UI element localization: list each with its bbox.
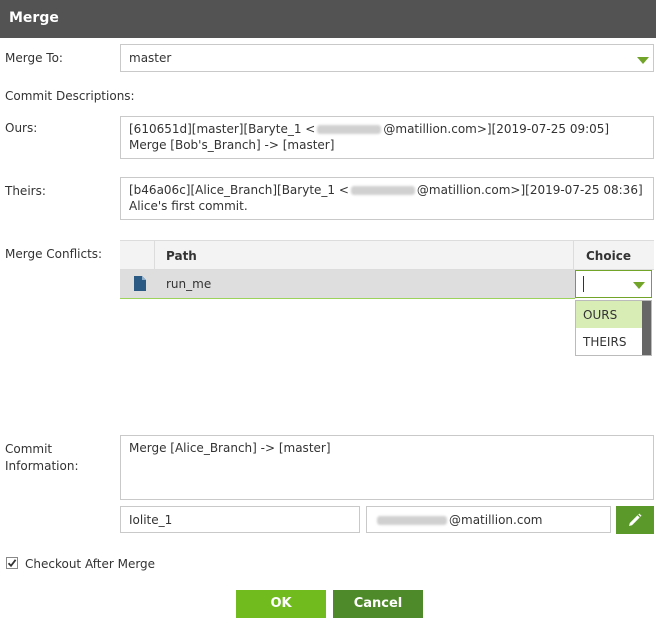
theirs-textarea[interactable]: [b46a06c][Alice_Branch][Baryte_1 < @matil… xyxy=(120,177,654,220)
ours-line1-suffix: @matillion.com>][2019-07-25 09:05] xyxy=(383,122,610,136)
ours-textarea[interactable]: [610651d][master][Baryte_1 < @matillion.c… xyxy=(120,116,654,159)
redacted-email xyxy=(350,186,415,195)
merge-conflicts-label: Merge Conflicts: xyxy=(5,247,103,261)
commit-message-textarea[interactable]: Merge [Alice_Branch] -> [master] xyxy=(120,435,654,500)
dropdown-scrollbar[interactable] xyxy=(642,301,651,355)
table-row[interactable]: run_me xyxy=(120,270,575,299)
checkmark-icon xyxy=(7,559,17,568)
email-suffix: @matillion.com xyxy=(449,513,543,527)
path-column-header[interactable]: Path xyxy=(166,249,197,263)
icon-column-header xyxy=(120,241,155,269)
theirs-line2: Alice's first commit. xyxy=(129,199,248,213)
merge-to-label: Merge To: xyxy=(5,51,63,65)
merge-to-value: master xyxy=(129,51,172,65)
conflicts-grid-header: Path Choice xyxy=(120,240,654,270)
ours-line2: Merge [Bob's_Branch] -> [master] xyxy=(129,138,335,152)
ours-line1-prefix: [610651d][master][Baryte_1 < xyxy=(129,122,316,136)
choice-option-ours[interactable]: OURS xyxy=(576,301,642,328)
theirs-line1-suffix: @matillion.com>][2019-07-25 08:36] xyxy=(416,183,643,197)
username-value: Iolite_1 xyxy=(129,513,173,527)
choice-option-theirs-label: THEIRS xyxy=(583,335,627,349)
commit-descriptions-label: Commit Descriptions: xyxy=(5,89,135,103)
choice-column-header[interactable]: Choice xyxy=(573,241,655,269)
text-cursor xyxy=(583,276,584,292)
ok-button[interactable]: OK xyxy=(236,590,326,618)
checkout-after-merge-checkbox[interactable] xyxy=(6,557,18,569)
pencil-icon xyxy=(629,513,642,526)
theirs-label: Theirs: xyxy=(5,184,46,198)
dialog-title-bar: Merge xyxy=(0,0,656,38)
choice-select[interactable] xyxy=(575,270,652,298)
theirs-line1-prefix: [b46a06c][Alice_Branch][Baryte_1 < xyxy=(129,183,349,197)
checkout-after-merge-label[interactable]: Checkout After Merge xyxy=(25,557,155,571)
edit-author-button[interactable] xyxy=(616,506,654,534)
redacted-email xyxy=(317,125,382,134)
merge-to-select[interactable]: master xyxy=(120,44,654,72)
choice-option-ours-label: OURS xyxy=(583,308,618,322)
choice-dropdown: OURS THEIRS xyxy=(575,300,652,356)
commit-information-label-line2: Information: xyxy=(5,459,79,473)
redacted-email xyxy=(377,516,447,525)
username-input[interactable]: Iolite_1 xyxy=(120,506,360,533)
choice-column-header-label: Choice xyxy=(586,249,631,263)
commit-information-label-line1: Commit xyxy=(5,442,53,456)
conflict-path: run_me xyxy=(166,277,212,291)
chevron-down-icon xyxy=(637,57,649,64)
dialog-title: Merge xyxy=(9,10,59,26)
chevron-down-icon[interactable] xyxy=(633,282,645,289)
cancel-button[interactable]: Cancel xyxy=(333,590,423,618)
file-icon xyxy=(134,276,146,291)
ours-label: Ours: xyxy=(5,121,38,135)
email-input[interactable]: @matillion.com xyxy=(366,506,611,533)
choice-option-theirs[interactable]: THEIRS xyxy=(576,328,642,355)
